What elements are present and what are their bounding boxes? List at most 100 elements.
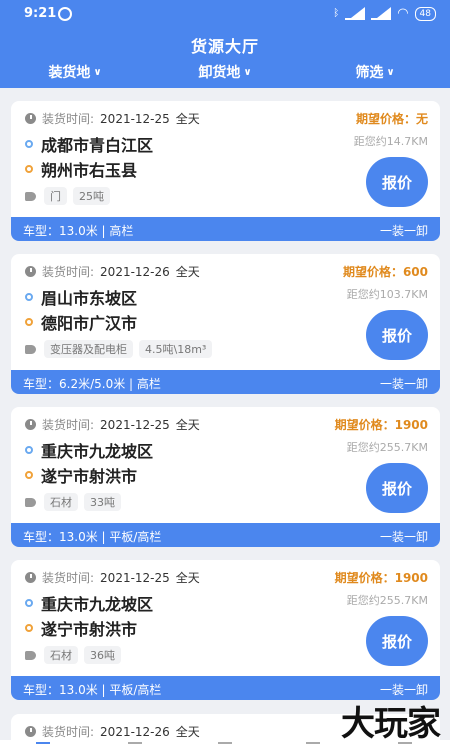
load-time-row: 装货时间: 2021-12-26 全天 (25, 263, 200, 280)
filter-label: 筛选 (355, 65, 384, 81)
filter-unloading-place[interactable]: 卸货地 ∨ (150, 62, 300, 86)
watermark: 大玩家 (341, 704, 441, 744)
load-time-label: 装货时间: (42, 571, 95, 585)
distance: 距您约103.7KM (346, 288, 428, 301)
tab-edit-icon[interactable] (128, 742, 142, 750)
expected-price: 期望价格：1900 (334, 418, 428, 432)
load-date: 2021-12-26 (100, 264, 170, 279)
filter-label: 装货地 (48, 65, 91, 81)
tab-home-icon[interactable] (36, 742, 50, 750)
destination-text: 遂宁市射洪市 (41, 620, 138, 639)
filter-screen[interactable]: 筛选 ∨ (300, 62, 450, 86)
cargo-type-tag: 石材 (44, 646, 78, 664)
clock-icon (25, 113, 36, 124)
cargo-type-tag: 门 (44, 187, 67, 205)
load-date: 2021-12-25 (100, 417, 170, 432)
cargo-tags: 石材 33吨 (25, 493, 121, 511)
expected-price: 期望价格：600 (342, 265, 428, 279)
quote-button[interactable]: 报价 (366, 157, 428, 207)
destination-address: 遂宁市射洪市 (25, 463, 137, 487)
cargo-card[interactable]: 装货时间: 2021-12-25 全天 期望价格：1900 距您约255.7KM… (11, 560, 440, 700)
bluetooth-icon: ᛒ (333, 8, 340, 19)
alarm-icon (58, 7, 72, 21)
load-mode: 一装一卸 (379, 224, 428, 238)
load-period: 全天 (175, 112, 200, 126)
origin-text: 重庆市九龙坡区 (41, 595, 154, 614)
distance: 距您约255.7KM (346, 441, 428, 454)
load-date: 2021-12-26 (100, 724, 170, 739)
load-time-row: 装货时间: 2021-12-25 全天 (25, 569, 200, 586)
tag-icon (25, 497, 36, 507)
load-period: 全天 (175, 418, 200, 432)
battery-icon: 48 (414, 6, 436, 21)
load-period: 全天 (175, 571, 200, 585)
destination-dot-icon (25, 471, 33, 479)
quote-button[interactable]: 报价 (366, 616, 428, 666)
load-period: 全天 (175, 265, 200, 279)
chevron-down-icon: ∨ (386, 67, 395, 78)
origin-address: 成都市青白江区 (25, 132, 153, 156)
cargo-card[interactable]: 装货时间: 2021-12-26 全天 期望价格：600 距您约103.7KM … (11, 254, 440, 394)
origin-dot-icon (25, 293, 33, 301)
clock-icon (25, 419, 36, 430)
distance: 距您约255.7KM (346, 594, 428, 607)
destination-dot-icon (25, 165, 33, 173)
load-date: 2021-12-25 (100, 111, 170, 126)
destination-address: 德阳市广汉市 (25, 310, 137, 334)
destination-dot-icon (25, 624, 33, 632)
tag-icon (25, 191, 36, 201)
cargo-card[interactable]: 装货时间: 2021-12-25 全天 期望价格：无 距您约14.7KM 成都市… (11, 101, 440, 241)
chevron-down-icon: ∨ (243, 67, 252, 78)
load-time-row: 装货时间: 2021-12-25 全天 (25, 110, 200, 127)
cargo-tags: 石材 36吨 (25, 646, 121, 664)
destination-text: 德阳市广汉市 (41, 314, 138, 333)
signal-icon-2 (371, 6, 392, 20)
destination-text: 遂宁市射洪市 (41, 467, 138, 486)
vehicle-info: 车型：13.0米 | 平板/高栏 (23, 530, 162, 544)
status-time: 9:21 (24, 6, 57, 21)
signal-icon (345, 6, 366, 20)
tab-location-icon[interactable] (306, 742, 320, 750)
origin-address: 重庆市九龙坡区 (25, 438, 153, 462)
cargo-tags: 门 25吨 (25, 187, 110, 205)
filter-bar: 装货地 ∨ 卸货地 ∨ 筛选 ∨ (0, 62, 450, 86)
vehicle-info: 车型：13.0米 | 高栏 (23, 224, 134, 238)
status-indicators: ᛒ ◠ 48 (333, 6, 436, 21)
tag-icon (25, 650, 36, 660)
quote-button[interactable]: 报价 (366, 310, 428, 360)
expected-price: 期望价格：无 (355, 112, 428, 126)
vehicle-info: 车型：6.2米/5.0米 | 高栏 (23, 377, 161, 391)
load-time-row: 装货时间: 2021-12-25 全天 (25, 416, 200, 433)
load-mode: 一装一卸 (379, 377, 428, 391)
load-mode: 一装一卸 (379, 530, 428, 544)
card-footer: 车型：13.0米 | 平板/高栏 一装一卸 (11, 523, 440, 547)
origin-dot-icon (25, 446, 33, 454)
origin-address: 眉山市东坡区 (25, 285, 137, 309)
status-bar: 9:21 ᛒ ◠ 48 (0, 0, 450, 30)
load-time-label: 装货时间: (42, 418, 95, 432)
origin-dot-icon (25, 140, 33, 148)
quote-button[interactable]: 报价 (366, 463, 428, 513)
cargo-tags: 变压器及配电柜 4.5吨\18m³ (25, 340, 213, 358)
cargo-weight-tag: 25吨 (73, 187, 110, 205)
load-time-label: 装货时间: (42, 725, 95, 739)
load-period: 全天 (175, 725, 200, 739)
load-date: 2021-12-25 (100, 570, 170, 585)
destination-dot-icon (25, 318, 33, 326)
destination-address: 遂宁市射洪市 (25, 616, 137, 640)
cargo-weight-tag: 36吨 (84, 646, 121, 664)
card-footer: 车型：13.0米 | 高栏 一装一卸 (11, 217, 440, 241)
origin-dot-icon (25, 599, 33, 607)
destination-text: 朔州市右玉县 (41, 161, 138, 180)
clock-icon (25, 572, 36, 583)
cargo-card[interactable]: 装货时间: 2021-12-25 全天 期望价格：1900 距您约255.7KM… (11, 407, 440, 547)
load-time-label: 装货时间: (42, 112, 95, 126)
filter-label: 卸货地 (198, 65, 241, 81)
cargo-weight-tag: 33吨 (84, 493, 121, 511)
vehicle-info: 车型：13.0米 | 平板/高栏 (23, 683, 162, 697)
tab-document-icon[interactable] (218, 742, 232, 750)
filter-loading-place[interactable]: 装货地 ∨ (0, 62, 150, 86)
destination-address: 朔州市右玉县 (25, 157, 137, 181)
load-time-label: 装货时间: (42, 265, 95, 279)
wifi-icon: ◠ (397, 6, 409, 21)
